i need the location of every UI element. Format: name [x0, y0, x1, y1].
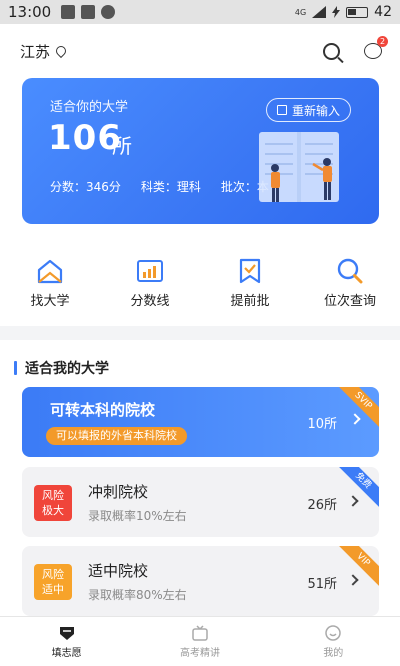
corner-label: 免费: [339, 467, 379, 507]
card-count: 51所: [307, 577, 337, 592]
card-subtitle: 录取概率80%左右: [88, 588, 187, 602]
battery-icon: [346, 6, 369, 18]
smile-icon: [325, 625, 342, 641]
tv-icon: [192, 625, 208, 641]
image-icon: [81, 5, 96, 19]
charging-icon: [332, 6, 341, 18]
quick-nav-rank-query[interactable]: 位次查询: [300, 258, 400, 314]
hero-subtitle: 适合你的大学: [50, 100, 129, 115]
moderate-universities-card[interactable]: 风险 适中 适中院校 录取概率80%左右 51所 VIP: [22, 546, 379, 616]
quick-nav-find-university[interactable]: 找大学: [0, 258, 100, 314]
quick-nav-score-line[interactable]: 分数线: [100, 258, 200, 314]
risk-badge: 风险 极大: [34, 485, 72, 521]
card-title: 适中院校: [88, 562, 149, 580]
tab-label: 我的: [323, 648, 344, 659]
card-subtitle: 录取概率10%左右: [88, 509, 187, 523]
section-title-text: 适合我的大学: [25, 361, 109, 377]
tab-label: 填志愿: [51, 648, 82, 659]
quick-nav-label: 提前批: [230, 294, 270, 309]
subject-info: 科类：理科: [140, 180, 201, 194]
promo-count: 10所: [307, 417, 337, 432]
card-title: 冲刺院校: [88, 483, 149, 501]
quick-nav: 找大学 分数线 提前批 位次查询: [0, 258, 400, 314]
hero-unit: 所: [112, 134, 132, 158]
message-icon[interactable]: 2: [364, 36, 388, 59]
badge-line: 风险: [42, 489, 64, 502]
edit-icon: [276, 105, 287, 115]
hero-info: 分数：346分 科类：理科 批次：本: [50, 178, 269, 195]
status-bar: 13:00 4G 42: [0, 0, 400, 24]
badge-line: 适中: [42, 583, 64, 596]
promo-tag: 可以填报的外省本科院校: [46, 427, 187, 445]
status-time: 13:00: [8, 3, 52, 21]
promo-title: 可转本科的院校: [50, 401, 156, 419]
status-right: 4G 42: [295, 4, 392, 20]
bookmark-check-icon: [239, 258, 261, 284]
reinput-label: 重新输入: [291, 103, 340, 118]
library-illustration: [259, 132, 339, 202]
upload-icon: [61, 5, 76, 19]
application-icon: [59, 627, 74, 640]
badge-line: 极大: [42, 504, 64, 517]
vip-corner: VIP: [339, 546, 379, 586]
header-actions: 2: [323, 36, 388, 60]
battery-level: 42: [374, 4, 392, 20]
card-count: 26所: [307, 498, 337, 513]
badge-line: 风险: [42, 568, 64, 581]
section-title: 适合我的大学: [14, 358, 109, 378]
free-corner: 免费: [339, 467, 379, 507]
bottom-tab-bar: 填志愿 高考精讲 我的: [0, 616, 400, 666]
location-label[interactable]: 江苏: [20, 41, 50, 62]
corner-label: SVIP: [339, 387, 379, 427]
quick-nav-early-batch[interactable]: 提前批: [200, 258, 300, 314]
tab-label: 高考精讲: [179, 648, 220, 659]
tab-profile[interactable]: 我的: [267, 617, 400, 666]
transfer-undergrad-card[interactable]: 可转本科的院校 可以填报的外省本科院校 10所 SVIP: [22, 387, 379, 457]
score-info: 分数：346分: [50, 180, 121, 194]
hero-count: 106: [48, 118, 122, 158]
risk-badge: 风险 适中: [34, 564, 72, 600]
quick-nav-label: 找大学: [30, 294, 70, 309]
tab-fill-application[interactable]: 填志愿: [0, 617, 133, 666]
app-screen: 13:00 4G 42 江苏 2 适合你的大学 106 所 重新输入 分数：34…: [0, 0, 400, 666]
tab-exam-lectures[interactable]: 高考精讲: [133, 617, 266, 666]
search-icon[interactable]: [323, 42, 340, 60]
reinput-button[interactable]: 重新输入: [265, 98, 351, 122]
bar-chart-icon: [137, 260, 163, 282]
svip-corner: SVIP: [339, 387, 379, 427]
magnifier-icon: [337, 258, 363, 284]
corner-label: VIP: [339, 546, 379, 586]
house-icon: [37, 259, 63, 284]
network-type: 4G: [294, 7, 307, 17]
location-pin-icon[interactable]: [53, 43, 69, 59]
header: 江苏 2: [20, 36, 388, 64]
quick-nav-label: 分数线: [130, 294, 170, 309]
section-accent-bar: [14, 361, 17, 375]
message-badge: 2: [377, 36, 388, 47]
sprint-universities-card[interactable]: 风险 极大 冲刺院校 录取概率10%左右 26所 免费: [22, 467, 379, 537]
account-icon: [101, 5, 116, 19]
signal-icon: [312, 6, 327, 18]
recommend-card[interactable]: 适合你的大学 106 所 重新输入 分数：346分 科类：理科 批次：本: [22, 78, 379, 224]
suitable-universities-section: 适合我的大学 可转本科的院校 可以填报的外省本科院校 10所 SVIP 风险 极…: [0, 340, 400, 628]
quick-nav-label: 位次查询: [323, 294, 376, 309]
